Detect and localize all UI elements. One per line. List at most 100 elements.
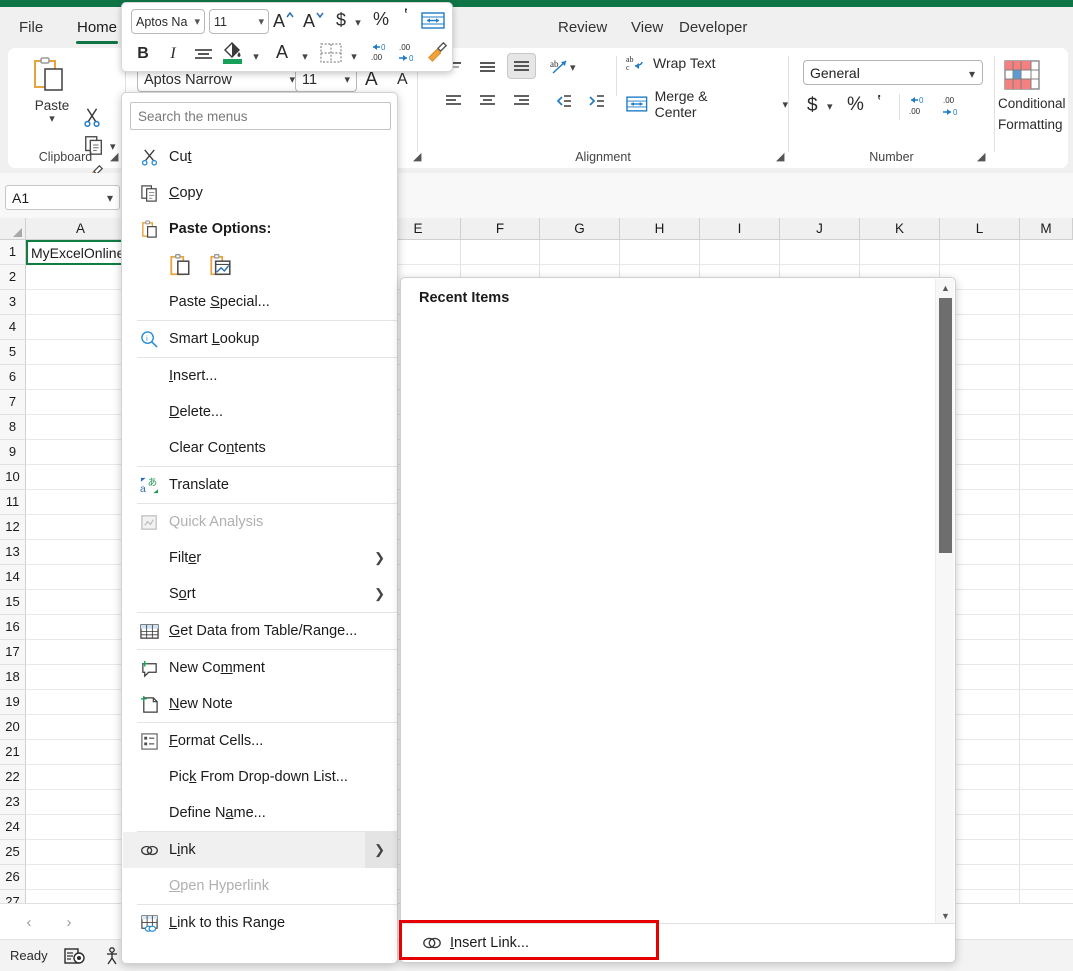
- scroll-up-arrow-icon[interactable]: ▲: [936, 279, 955, 296]
- col-header-A[interactable]: A: [26, 218, 136, 240]
- col-header-M[interactable]: M: [1020, 218, 1073, 240]
- row-header-12[interactable]: 12: [0, 515, 26, 540]
- menu-item-delete[interactable]: Delete...: [123, 394, 397, 430]
- select-all-corner[interactable]: [0, 218, 26, 240]
- paste-dropdown-chevron-icon[interactable]: ▾: [28, 112, 76, 125]
- font-size-chevron-down-icon[interactable]: ▾: [344, 71, 350, 90]
- row-header-20[interactable]: 20: [0, 715, 26, 740]
- accounting-chevron-down-icon[interactable]: ▾: [827, 100, 833, 113]
- row-header-15[interactable]: 15: [0, 590, 26, 615]
- record-macro-button[interactable]: [102, 946, 122, 966]
- row-header-22[interactable]: 22: [0, 765, 26, 790]
- row-header-3[interactable]: 3: [0, 290, 26, 315]
- align-middle-button[interactable]: [473, 54, 502, 80]
- paste-values-button[interactable]: [208, 253, 232, 277]
- increase-indent-button[interactable]: [581, 88, 610, 114]
- number-dialog-launcher[interactable]: ◢: [977, 151, 990, 164]
- percent-style-button[interactable]: %: [847, 94, 864, 116]
- menu-item-link-to-this-range[interactable]: Link to this Range: [123, 905, 397, 941]
- mini-grow-font-button[interactable]: A: [272, 7, 298, 33]
- col-header-I[interactable]: I: [700, 218, 780, 240]
- tab-developer[interactable]: Developer: [672, 17, 754, 38]
- mini-fill-color-button[interactable]: [220, 39, 246, 65]
- recent-items-scrollbar[interactable]: ▲ ▼: [935, 279, 954, 924]
- mini-shrink-font-button[interactable]: A: [302, 7, 328, 33]
- mini-font-size-chevron-down-icon[interactable]: ▾: [258, 12, 264, 32]
- mini-font-name-chevron-down-icon[interactable]: ▾: [194, 12, 200, 32]
- row-header-13[interactable]: 13: [0, 540, 26, 565]
- menu-item-insert[interactable]: Insert...: [123, 358, 397, 394]
- menu-item-get-data-from-table-range[interactable]: Get Data from Table/Range...: [123, 613, 397, 649]
- cut-button[interactable]: [81, 106, 103, 128]
- row-header-8[interactable]: 8: [0, 415, 26, 440]
- mini-bold-button[interactable]: B: [132, 41, 154, 67]
- row-header-24[interactable]: 24: [0, 815, 26, 840]
- row-header-5[interactable]: 5: [0, 340, 26, 365]
- conditional-formatting-button[interactable]: Conditional Formatting: [998, 48, 1073, 168]
- mini-accounting-chevron-down-icon[interactable]: ▾: [350, 9, 366, 35]
- row-header-23[interactable]: 23: [0, 790, 26, 815]
- row-header-14[interactable]: 14: [0, 565, 26, 590]
- row-header-19[interactable]: 19: [0, 690, 26, 715]
- sheet-nav-prev-chevron-left-icon[interactable]: ‹: [18, 913, 40, 933]
- tab-file[interactable]: File: [12, 17, 50, 38]
- mini-increase-decimal-button[interactable]: .00 0: [396, 39, 422, 65]
- row-header-6[interactable]: 6: [0, 365, 26, 390]
- col-header-K[interactable]: K: [860, 218, 940, 240]
- mini-merge-center-button[interactable]: [420, 7, 446, 33]
- mini-align-center-button[interactable]: [191, 42, 215, 68]
- row-header-7[interactable]: 7: [0, 390, 26, 415]
- wrap-text-button[interactable]: ab c Wrap Text: [626, 54, 716, 72]
- row-header-1[interactable]: 1: [0, 240, 26, 265]
- mini-italic-button[interactable]: I: [162, 41, 184, 67]
- mini-accounting-format-button[interactable]: $: [332, 7, 350, 33]
- mini-percent-style-button[interactable]: %: [370, 6, 392, 32]
- row-header-18[interactable]: 18: [0, 665, 26, 690]
- row-header-25[interactable]: 25: [0, 840, 26, 865]
- col-header-F[interactable]: F: [461, 218, 540, 240]
- paste-button[interactable]: Paste ▾: [28, 56, 76, 125]
- align-right-button[interactable]: [507, 88, 536, 114]
- comma-style-button[interactable]: ‛: [877, 92, 881, 115]
- mini-borders-chevron-down-icon[interactable]: ▾: [346, 43, 362, 69]
- mini-decrease-decimal-button[interactable]: 0 .00: [368, 39, 394, 65]
- scrollbar-thumb[interactable]: [939, 298, 952, 553]
- tab-review[interactable]: Review: [551, 17, 614, 38]
- menu-item-define-name[interactable]: Define Name...: [123, 795, 397, 831]
- scroll-down-arrow-icon[interactable]: ▼: [936, 907, 955, 924]
- col-header-H[interactable]: H: [620, 218, 700, 240]
- col-header-J[interactable]: J: [780, 218, 860, 240]
- align-bottom-button[interactable]: [507, 53, 536, 79]
- mini-comma-style-button[interactable]: ‛: [397, 4, 415, 30]
- tab-home[interactable]: Home: [70, 17, 124, 44]
- menu-item-paste-special[interactable]: Paste Special...: [123, 284, 397, 320]
- mini-borders-button[interactable]: [318, 40, 344, 66]
- row-header-11[interactable]: 11: [0, 490, 26, 515]
- menu-item-format-cells[interactable]: Format Cells...: [123, 723, 397, 759]
- row-header-17[interactable]: 17: [0, 640, 26, 665]
- align-center-button[interactable]: [473, 88, 502, 114]
- menu-item-clear-contents[interactable]: Clear Contents: [123, 430, 397, 466]
- search-the-menus-input[interactable]: Search the menus: [130, 102, 391, 130]
- tab-view[interactable]: View: [624, 17, 670, 38]
- sheet-nav-next-chevron-right-icon[interactable]: ›: [58, 913, 80, 933]
- row-header-16[interactable]: 16: [0, 615, 26, 640]
- paste-keep-button[interactable]: [168, 253, 192, 277]
- accessibility-check-button[interactable]: [64, 947, 86, 965]
- menu-item-smart-lookup[interactable]: i Smart Lookup: [123, 321, 397, 357]
- row-header-4[interactable]: 4: [0, 315, 26, 340]
- cell-A1[interactable]: MyExcelOnline: [26, 240, 135, 265]
- menu-item-paste-options[interactable]: Paste Options:: [123, 211, 397, 247]
- row-header-21[interactable]: 21: [0, 740, 26, 765]
- menu-item-translate[interactable]: a あ Translate: [123, 467, 397, 503]
- mini-font-color-button[interactable]: A: [270, 39, 294, 65]
- col-header-G[interactable]: G: [540, 218, 620, 240]
- number-format-combobox[interactable]: General ▾: [803, 60, 983, 85]
- menu-item-filter[interactable]: Filter ❯: [123, 540, 397, 576]
- menu-item-cut[interactable]: Cut: [123, 139, 397, 175]
- menu-item-new-comment[interactable]: New Comment: [123, 650, 397, 686]
- row-header-10[interactable]: 10: [0, 465, 26, 490]
- mini-format-painter-button[interactable]: [424, 39, 450, 65]
- row-header-2[interactable]: 2: [0, 265, 26, 290]
- name-box[interactable]: A1 ▾: [5, 185, 120, 210]
